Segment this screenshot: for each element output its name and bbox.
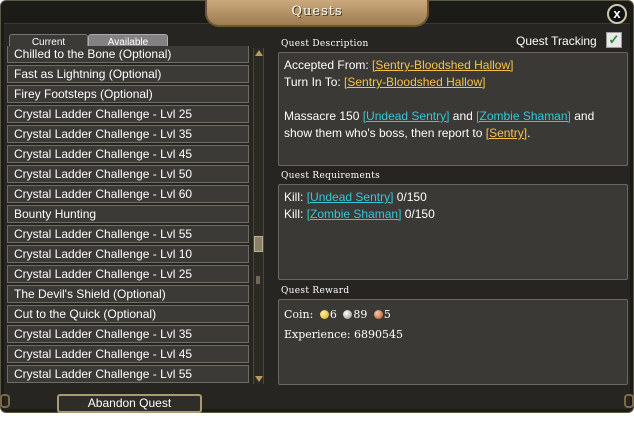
requirement-label: Kill:: [284, 207, 304, 221]
quest-list-scrollbar[interactable]: [253, 48, 264, 384]
close-button[interactable]: x: [607, 4, 627, 24]
quest-list-item[interactable]: Chilled to the Bone (Optional): [7, 46, 249, 63]
quest-list: Chilled to the Bone (Optional) Fast as L…: [5, 46, 251, 386]
coin-label: Coin:: [284, 308, 314, 321]
description-text: and: [452, 109, 473, 123]
gold-amount: 6: [329, 308, 337, 321]
scroll-thumb[interactable]: [254, 236, 263, 252]
quest-list-item[interactable]: Crystal Ladder Challenge - Lvl 25: [7, 105, 249, 123]
requirement-label: Kill:: [284, 190, 304, 204]
experience-reward-line: Experience: 6890545: [284, 326, 622, 343]
quest-list-item[interactable]: Crystal Ladder Challenge - Lvl 55: [7, 225, 249, 243]
zombie-shaman-link[interactable]: [Zombie Shaman]: [476, 109, 571, 123]
quest-list-item[interactable]: Bounty Hunting: [7, 205, 249, 223]
requirement-row: Kill: [Zombie Shaman] 0/150: [284, 206, 622, 223]
scroll-track-mark: [256, 276, 260, 284]
scroll-up-icon[interactable]: [255, 50, 263, 56]
quest-list-item[interactable]: Crystal Ladder Challenge - Lvl 35: [7, 325, 249, 343]
description-text: Massacre 150: [284, 109, 360, 123]
quest-requirements-heading: Quest Requirements: [281, 171, 381, 181]
accepted-from-link[interactable]: [Sentry-Bloodshed Hallow]: [372, 58, 513, 72]
copper-amount: 5: [383, 308, 391, 321]
quest-description-panel: Accepted From: [Sentry-Bloodshed Hallow]…: [278, 52, 628, 166]
quest-list-item[interactable]: Crystal Ladder Challenge - Lvl 25: [7, 265, 249, 283]
turn-in-line: Turn In To: [Sentry-Bloodshed Hallow]: [284, 74, 622, 91]
abandon-quest-button[interactable]: Abandon Quest: [57, 394, 202, 413]
undead-sentry-link[interactable]: [Undead Sentry]: [363, 109, 450, 123]
copper-coin-icon: [373, 310, 383, 319]
quest-description-heading: Quest Description: [281, 39, 369, 49]
accepted-from-line: Accepted From: [Sentry-Bloodshed Hallow]: [284, 57, 622, 74]
turn-in-label: Turn In To:: [284, 75, 341, 89]
description-text: .: [527, 126, 531, 140]
quest-description-text: Massacre 150 [Undead Sentry] and [Zombie…: [284, 108, 622, 142]
experience-value: 6890545: [354, 328, 404, 341]
requirement-target-link[interactable]: [Zombie Shaman]: [307, 207, 402, 221]
quest-list-item[interactable]: Cut to the Quick (Optional): [7, 305, 249, 323]
quest-requirements-panel: Kill: [Undead Sentry] 0/150 Kill: [Zombi…: [278, 184, 628, 280]
silver-coin-icon: [343, 310, 353, 319]
gold-coin-icon: [319, 310, 329, 319]
quest-list-item[interactable]: Crystal Ladder Challenge - Lvl 60: [7, 185, 249, 203]
requirement-row: Kill: [Undead Sentry] 0/150: [284, 189, 622, 206]
scroll-down-icon[interactable]: [255, 376, 263, 382]
quest-list-item[interactable]: Crystal Ladder Challenge - Lvl 45: [7, 345, 249, 363]
quest-list-item[interactable]: Firey Footsteps (Optional): [7, 85, 249, 103]
requirement-progress: 0/150: [396, 190, 427, 204]
quest-tracking-label: Quest Tracking: [516, 34, 597, 48]
quest-list-item[interactable]: Crystal Ladder Challenge - Lvl 55: [7, 365, 249, 383]
quest-list-item[interactable]: Crystal Ladder Challenge - Lvl 45: [7, 145, 249, 163]
silver-amount: 89: [353, 308, 368, 321]
quest-list-item[interactable]: Crystal Ladder Challenge - Lvl 10: [7, 245, 249, 263]
turn-in-link[interactable]: [Sentry-Bloodshed Hallow]: [344, 75, 485, 89]
requirement-progress: 0/150: [404, 207, 435, 221]
checkmark-icon: ✓: [608, 32, 620, 47]
accepted-from-label: Accepted From:: [284, 58, 369, 72]
window-title: Quests: [291, 4, 343, 19]
coin-reward-line: Coin: 6 89 5: [284, 306, 622, 323]
quest-reward-panel: Coin: 6 89 5 Experience: 6890545: [278, 299, 628, 385]
quest-list-item[interactable]: The Devil's Shield (Optional): [7, 285, 249, 303]
quest-list-item[interactable]: Fast as Lightning (Optional): [7, 65, 249, 83]
quest-list-item[interactable]: Crystal Ladder Challenge - Lvl 50: [7, 165, 249, 183]
quest-reward-heading: Quest Reward: [281, 286, 350, 296]
requirement-target-link[interactable]: [Undead Sentry]: [307, 190, 394, 204]
experience-label: Experience:: [284, 328, 351, 341]
sentry-link[interactable]: [Sentry]: [486, 126, 527, 140]
corner-ornament-left: [0, 394, 10, 408]
corner-ornament-right: [624, 394, 634, 408]
quest-tracking-checkbox[interactable]: ✓: [606, 32, 622, 48]
title-plate: Quests: [205, 0, 429, 27]
quest-list-item[interactable]: Crystal Ladder Challenge - Lvl 35: [7, 125, 249, 143]
